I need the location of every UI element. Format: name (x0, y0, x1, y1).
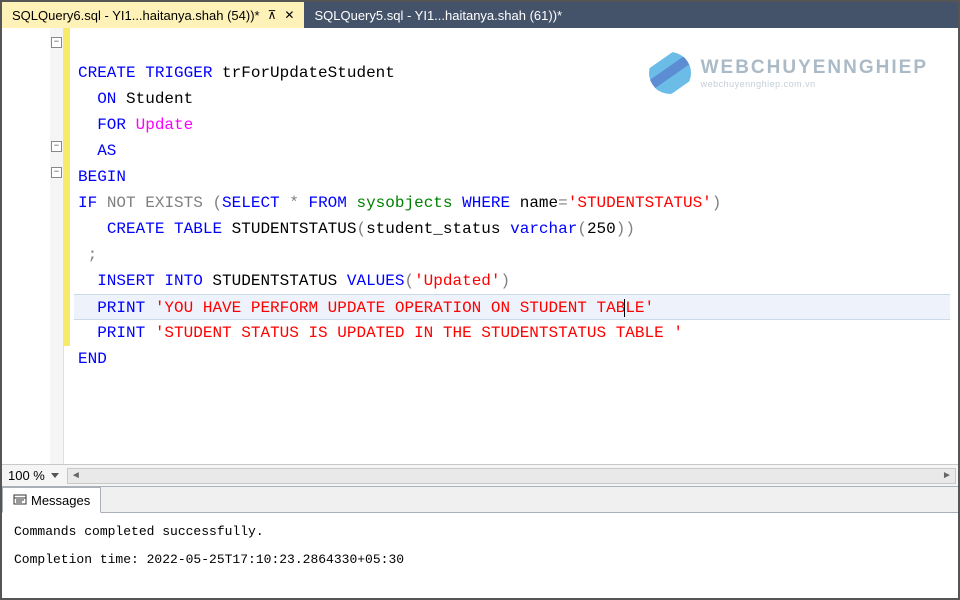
tab-label: SQLQuery6.sql - YI1...haitanya.shah (54)… (12, 8, 260, 23)
paren: ( (404, 272, 414, 290)
paren: ( (577, 220, 587, 238)
kw-not: NOT (107, 194, 136, 212)
kw-into: INTO (164, 272, 202, 290)
sysobjects: sysobjects (347, 194, 453, 212)
kw-print: PRINT (97, 299, 145, 317)
string-literal: LE' (625, 299, 654, 317)
semicolon: ; (88, 246, 98, 264)
kw-trigger: TRIGGER (145, 64, 212, 82)
kw-print: PRINT (97, 324, 145, 342)
kw-update: Update (136, 116, 194, 134)
horizontal-scrollbar[interactable]: ◄ ► (67, 468, 956, 484)
paren: ( (203, 194, 222, 212)
chevron-down-icon (51, 473, 59, 478)
zoom-dropdown[interactable]: 100 % (2, 468, 65, 483)
scroll-right-icon[interactable]: ► (939, 469, 955, 483)
message-line: Completion time: 2022-05-25T17:10:23.286… (14, 549, 946, 571)
messages-output[interactable]: Commands completed successfully. Complet… (2, 513, 958, 598)
code-editor[interactable]: − − − CREATE TRIGGER trForUpdateStudent … (2, 28, 958, 464)
kw-insert: INSERT (97, 272, 155, 290)
messages-tab-row: Messages (2, 487, 958, 513)
watermark-title: WEBCHUYENNGHIEP (701, 57, 928, 79)
zoom-bar: 100 % ◄ ► (2, 464, 958, 486)
kw-end: END (78, 350, 107, 368)
messages-tab-label: Messages (31, 493, 90, 508)
table-name: Student (116, 90, 193, 108)
file-tab-inactive[interactable]: SQLQuery5.sql - YI1...haitanya.shah (61)… (304, 2, 572, 28)
tab-label: SQLQuery5.sql - YI1...haitanya.shah (61)… (314, 8, 562, 23)
column-name: student_status (366, 220, 500, 238)
kw-as: AS (97, 142, 116, 160)
fold-box-icon[interactable]: − (51, 37, 62, 48)
string-literal: 'Updated' (414, 272, 500, 290)
kw-on: ON (97, 90, 116, 108)
op-eq: = (558, 194, 568, 212)
paren: ) (625, 220, 635, 238)
string-literal: 'YOU HAVE PERFORM UPDATE OPERATION ON ST… (155, 299, 625, 317)
watermark: WEBCHUYENNGHIEP webchuyennghiep.com.vn (649, 52, 928, 94)
scroll-left-icon[interactable]: ◄ (68, 469, 84, 483)
kw-from: FROM (308, 194, 346, 212)
kw-table: TABLE (174, 220, 222, 238)
star: * (280, 194, 299, 212)
kw-values: VALUES (347, 272, 405, 290)
file-tab-active[interactable]: SQLQuery6.sql - YI1...haitanya.shah (54)… (2, 2, 304, 28)
messages-panel: Messages Commands completed successfully… (2, 486, 958, 598)
messages-tab[interactable]: Messages (2, 487, 101, 513)
fold-box-icon[interactable]: − (51, 141, 62, 152)
zoom-value: 100 % (8, 468, 45, 483)
string-literal: 'STUDENT STATUS IS UPDATED IN THE STUDEN… (155, 324, 683, 342)
paren: ) (712, 194, 722, 212)
fold-box-icon[interactable]: − (51, 167, 62, 178)
kw-create: CREATE (107, 220, 165, 238)
kw-for: FOR (97, 116, 126, 134)
pin-icon[interactable]: ⊼ (268, 9, 277, 21)
watermark-subtitle: webchuyennghiep.com.vn (701, 79, 928, 89)
paren: ) (501, 272, 511, 290)
app-frame: SQLQuery6.sql - YI1...haitanya.shah (54)… (0, 0, 960, 600)
watermark-logo-icon (649, 52, 691, 94)
kw-exists: EXISTS (145, 194, 203, 212)
file-tab-bar: SQLQuery6.sql - YI1...haitanya.shah (54)… (2, 2, 958, 28)
message-line: Commands completed successfully. (14, 521, 946, 543)
editor-area: − − − CREATE TRIGGER trForUpdateStudent … (2, 28, 958, 598)
trigger-name: trForUpdateStudent (212, 64, 394, 82)
kw-varchar: varchar (510, 220, 577, 238)
outline-margin (2, 28, 50, 464)
close-icon[interactable]: ✕ (284, 9, 294, 21)
col-name: name (510, 194, 558, 212)
kw-select: SELECT (222, 194, 280, 212)
kw-where: WHERE (462, 194, 510, 212)
paren: ( (356, 220, 366, 238)
kw-if: IF (78, 194, 97, 212)
table-name: STUDENTSTATUS (222, 220, 356, 238)
fold-gutter[interactable]: − − − (50, 28, 64, 464)
kw-begin: BEGIN (78, 168, 126, 186)
string-literal: 'STUDENTSTATUS' (568, 194, 712, 212)
table-name: STUDENTSTATUS (203, 272, 337, 290)
number-literal: 250 (587, 220, 616, 238)
paren: ) (616, 220, 626, 238)
kw-create: CREATE (78, 64, 136, 82)
messages-icon (13, 493, 27, 507)
